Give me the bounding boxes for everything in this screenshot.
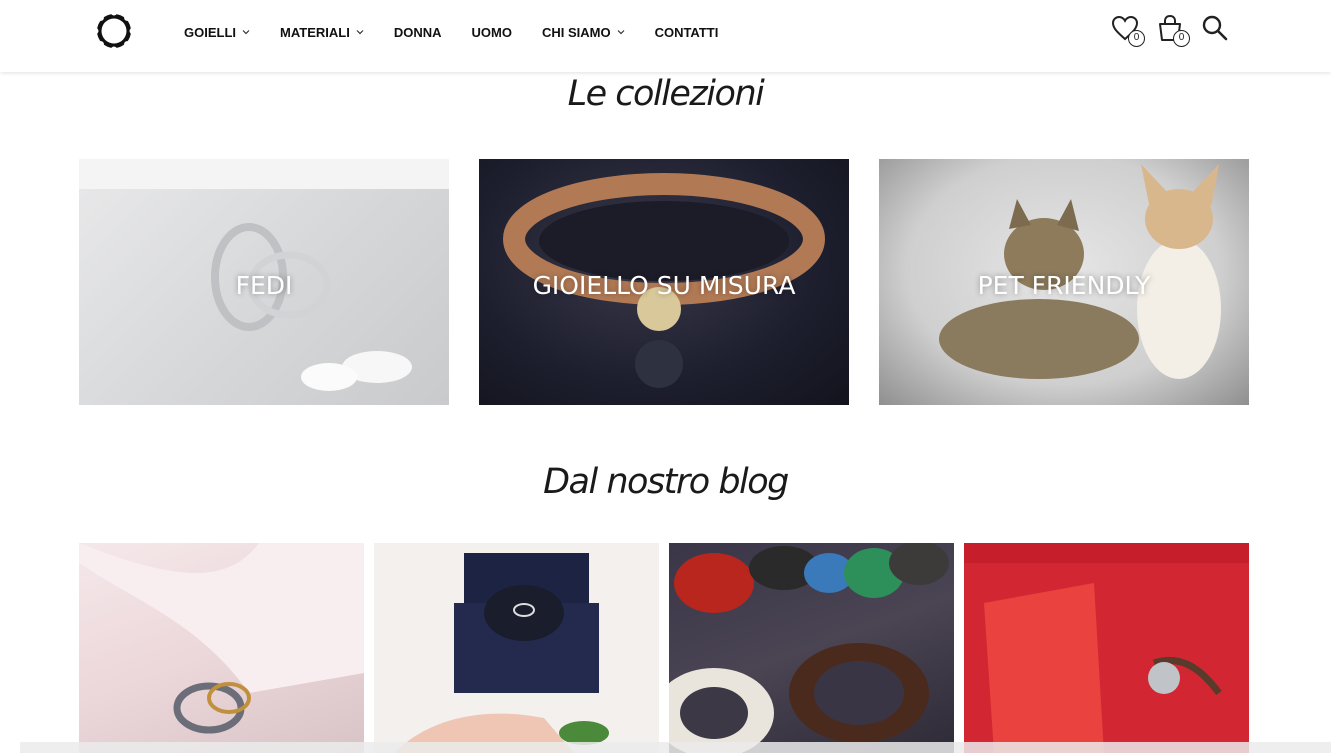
chevron-down-icon bbox=[617, 30, 624, 35]
wishlist-count-badge: 0 bbox=[1128, 30, 1145, 47]
wishlist-button[interactable]: 0 bbox=[1110, 13, 1145, 47]
nav-item-goielli[interactable]: GOIELLI bbox=[184, 25, 250, 40]
nav-item-label: CHI SIAMO bbox=[541, 24, 611, 40]
ring-box-image bbox=[394, 553, 609, 753]
blog-post-card[interactable] bbox=[964, 543, 1249, 753]
cart-button[interactable]: 0 bbox=[1155, 13, 1190, 47]
nav-item-materiali[interactable]: MATERIALI bbox=[280, 25, 364, 40]
colorful-rings-image bbox=[669, 543, 949, 753]
nav-item-donna[interactable]: DONNA bbox=[394, 25, 442, 40]
nav-item-label: GOIELLI bbox=[184, 24, 236, 40]
search-button[interactable] bbox=[1200, 13, 1234, 47]
logo-ring-icon[interactable] bbox=[93, 10, 135, 52]
chevron-down-icon bbox=[356, 30, 364, 35]
search-icon bbox=[1202, 15, 1228, 41]
collection-card-fedi[interactable]: FEDI bbox=[79, 159, 449, 405]
blog-post-card[interactable] bbox=[669, 543, 954, 753]
nav-item-contatti[interactable]: CONTATTI bbox=[655, 25, 719, 40]
collection-card-gioiello-su-misura[interactable]: GIOIELLO SU MISURA bbox=[479, 159, 849, 405]
chevron-down-icon bbox=[242, 30, 250, 35]
cart-count-badge: 0 bbox=[1173, 30, 1190, 47]
collections-title: Le collezioni bbox=[567, 74, 765, 114]
collection-card-pet-friendly[interactable]: PET FRIENDLY bbox=[879, 159, 1249, 405]
bottom-bar bbox=[20, 742, 1331, 753]
header-actions: 0 0 bbox=[1110, 13, 1234, 47]
blog-title: Dal nostro blog bbox=[543, 462, 789, 502]
bracelet-image bbox=[964, 563, 1249, 753]
nav-item-label: UOMO bbox=[471, 24, 512, 40]
collection-label: GIOIELLO SU MISURA bbox=[532, 271, 796, 300]
collection-label: PET FRIENDLY bbox=[977, 271, 1151, 300]
collection-label: FEDI bbox=[235, 271, 293, 300]
nav-item-label: CONTATTI bbox=[654, 24, 719, 40]
main-nav: GOIELLI MATERIALI DONNA UOMO CHI SIAMO C… bbox=[184, 0, 718, 64]
nav-item-uomo[interactable]: UOMO bbox=[471, 25, 511, 40]
nav-item-label: DONNA bbox=[393, 24, 442, 40]
nav-item-label: MATERIALI bbox=[280, 24, 350, 40]
site-header: GOIELLI MATERIALI DONNA UOMO CHI SIAMO C… bbox=[0, 0, 1331, 72]
blog-post-card[interactable] bbox=[374, 543, 659, 753]
nav-item-chi-siamo[interactable]: CHI SIAMO bbox=[542, 25, 625, 40]
ring-ribbon-image bbox=[79, 543, 364, 734]
blog-post-card[interactable] bbox=[79, 543, 364, 753]
